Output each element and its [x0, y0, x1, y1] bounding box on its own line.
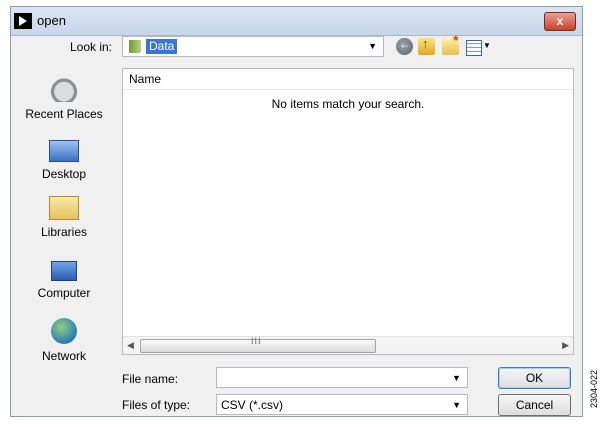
- place-label: Network: [41, 349, 86, 363]
- file-type-label: Files of type:: [122, 398, 191, 412]
- places-bar: Recent Places Desktop Libraries Computer…: [10, 66, 118, 363]
- scroll-grip-icon: III: [251, 336, 262, 346]
- chevron-down-icon[interactable]: ▼: [452, 373, 461, 383]
- place-label: Recent Places: [25, 107, 103, 121]
- file-list[interactable]: Name No items match your search. ◀ III ▶: [122, 68, 574, 355]
- title-bar[interactable]: open x: [11, 7, 582, 36]
- network-icon: [51, 318, 77, 344]
- ok-button[interactable]: OK: [498, 367, 571, 389]
- place-recent-places[interactable]: Recent Places: [10, 76, 118, 121]
- window-title: open: [37, 13, 66, 28]
- column-header-name[interactable]: Name: [129, 72, 161, 86]
- chevron-down-icon[interactable]: ▼: [368, 41, 377, 51]
- file-type-select[interactable]: CSV (*.csv) ▼: [216, 394, 468, 415]
- file-name-label: File name:: [122, 372, 179, 386]
- views-dropdown-icon[interactable]: ▼: [483, 41, 491, 50]
- new-folder-icon[interactable]: [442, 32, 459, 55]
- file-name-input[interactable]: [216, 367, 468, 388]
- empty-message: No items match your search.: [271, 97, 425, 111]
- close-button[interactable]: x: [544, 12, 576, 31]
- back-icon[interactable]: [396, 37, 413, 55]
- file-type-value: CSV (*.csv): [221, 398, 284, 412]
- place-label: Desktop: [41, 167, 87, 181]
- scroll-right-icon[interactable]: ▶: [562, 340, 569, 351]
- place-libraries[interactable]: Libraries: [10, 196, 118, 239]
- place-network[interactable]: Network: [10, 318, 118, 363]
- up-folder-icon[interactable]: [418, 36, 435, 55]
- place-label: Libraries: [40, 225, 88, 239]
- figure-code-text: 2304-022: [589, 369, 599, 408]
- look-in-label: Look in:: [69, 40, 112, 54]
- scroll-left-icon[interactable]: ◀: [127, 340, 134, 351]
- scrollbar-thumb[interactable]: III: [140, 336, 376, 353]
- libraries-icon: [49, 196, 79, 220]
- chevron-down-icon[interactable]: ▼: [452, 400, 461, 410]
- look-in-combo[interactable]: Data ▼: [122, 36, 384, 57]
- recent-places-icon: [49, 76, 79, 102]
- look-in-value: Data: [146, 39, 178, 54]
- horizontal-scrollbar[interactable]: ◀ III ▶: [123, 336, 573, 354]
- desktop-icon: [49, 140, 79, 162]
- app-icon: [14, 13, 32, 29]
- figure-code: 2304-022: [589, 350, 603, 410]
- place-label: Computer: [37, 286, 91, 300]
- folder-icon: [129, 40, 141, 53]
- place-computer[interactable]: Computer: [10, 256, 118, 300]
- computer-icon: [51, 261, 77, 281]
- cancel-button[interactable]: Cancel: [498, 394, 571, 416]
- column-header-row: Name: [123, 69, 573, 90]
- place-desktop[interactable]: Desktop: [10, 136, 118, 181]
- views-menu-icon[interactable]: [466, 40, 482, 56]
